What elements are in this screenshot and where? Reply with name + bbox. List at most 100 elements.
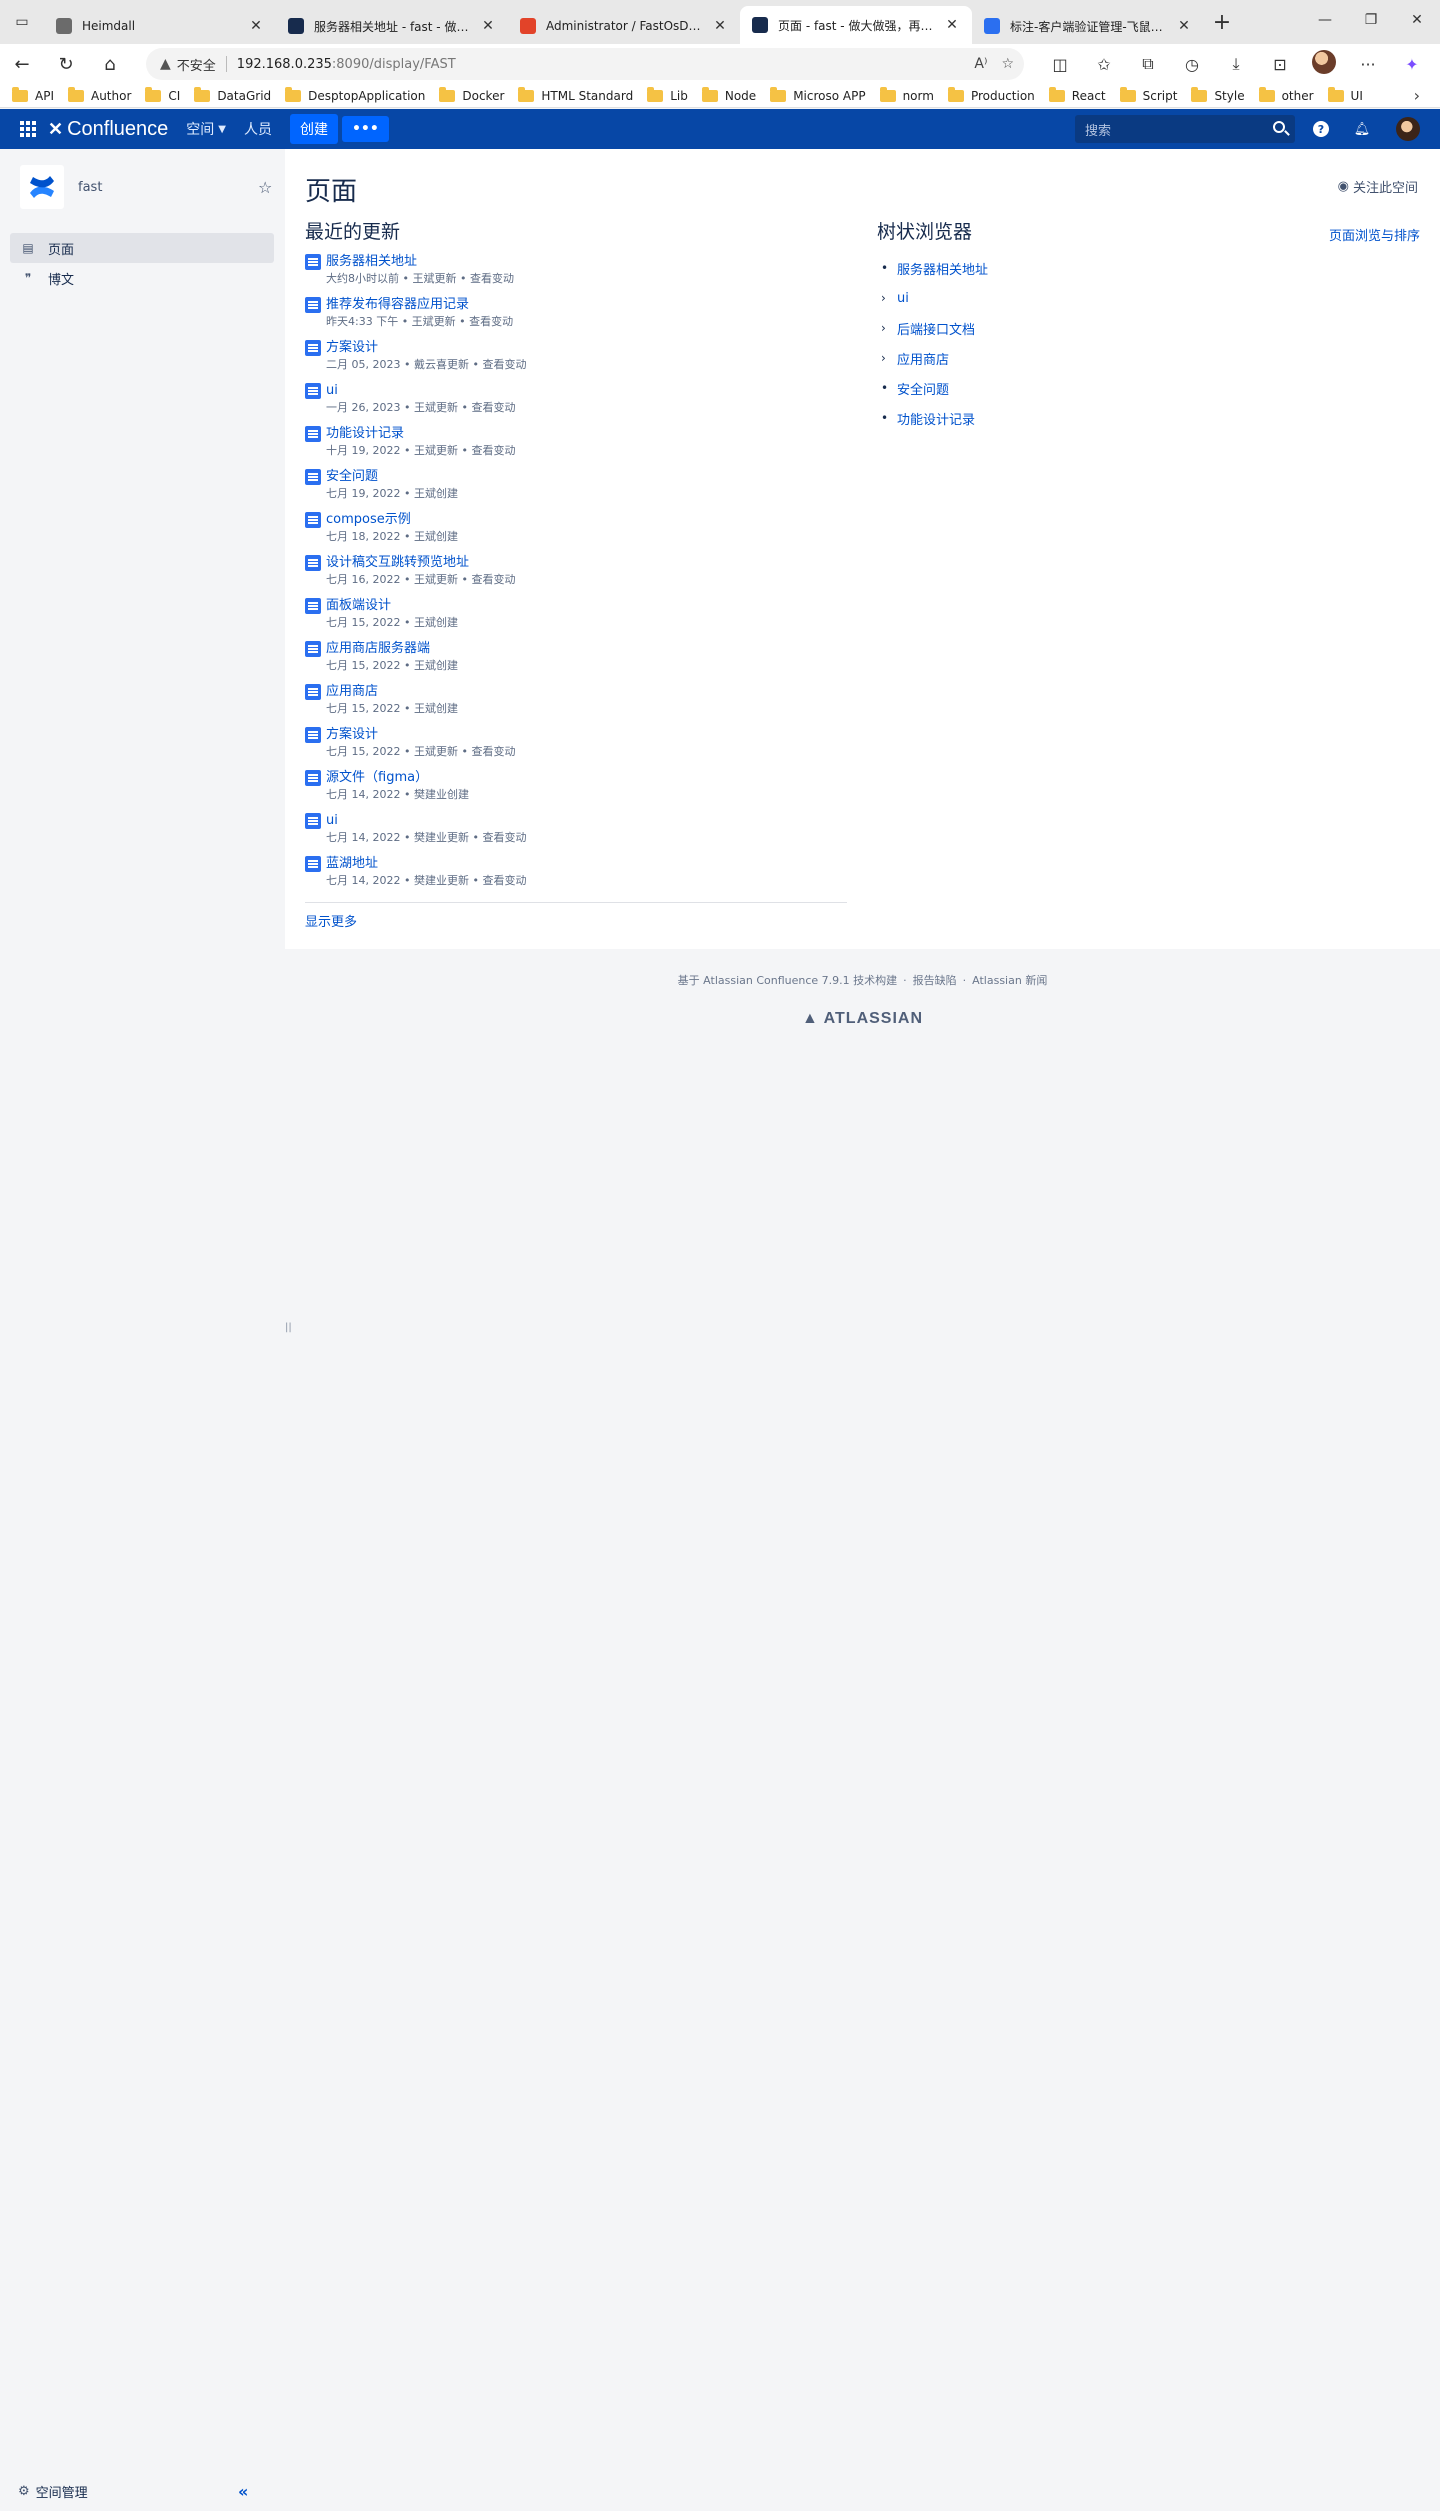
url-input[interactable]: ▲ 不安全 192.168.0.235:8090/display/FAST A⁾… <box>146 48 1024 80</box>
extensions-icon[interactable]: ⊡ <box>1258 55 1302 74</box>
settings-more-icon[interactable]: ··· <box>1346 55 1390 74</box>
tree-item-link[interactable]: ui <box>897 291 909 306</box>
bookmark-folder[interactable]: CI <box>145 86 180 103</box>
split-screen-icon[interactable]: ◫ <box>1038 55 1082 74</box>
nav-people[interactable]: 人员 <box>244 119 272 139</box>
space-logo[interactable] <box>20 165 64 209</box>
tree-item-link[interactable]: 安全问题 <box>897 379 949 398</box>
nav-spaces[interactable]: 空间 ▼ <box>186 119 226 139</box>
browser-tab[interactable]: 标注-客户端验证管理-飞鼠1.0 - ✕ <box>972 8 1204 44</box>
tree-item-link[interactable]: 功能设计记录 <box>897 409 975 428</box>
tree-item-link[interactable]: 后端接口文档 <box>897 319 975 338</box>
sidebar-resize-handle[interactable]: || <box>285 1322 292 1333</box>
close-tab-icon[interactable]: ✕ <box>1176 18 1192 34</box>
bookmark-folder[interactable]: Microso APP <box>770 86 866 103</box>
bookmark-folder[interactable]: Script <box>1119 86 1177 103</box>
show-more-link[interactable]: 显示更多 <box>305 911 357 930</box>
close-tab-icon[interactable]: ✕ <box>248 18 264 34</box>
atlassian-logo[interactable]: ▲ ATLASSIAN <box>285 1010 1440 1028</box>
update-title-link[interactable]: 服务器相关地址 <box>326 253 514 271</box>
update-title-link[interactable]: ui <box>326 812 526 830</box>
profile-avatar[interactable] <box>1302 50 1346 78</box>
confluence-logo[interactable]: ✕ Confluence <box>48 118 168 141</box>
bookmark-folder[interactable]: norm <box>879 86 934 103</box>
bookmark-folder[interactable]: Lib <box>647 86 688 103</box>
update-title-link[interactable]: 面板端设计 <box>326 597 458 615</box>
collections-icon[interactable]: ⧉ <box>1126 54 1170 74</box>
update-title-link[interactable]: compose示例 <box>326 511 458 529</box>
bookmark-folder[interactable]: Production <box>947 86 1035 103</box>
update-title-link[interactable]: ui <box>326 382 515 400</box>
bookmark-folder[interactable]: DataGrid <box>194 86 271 103</box>
search-input[interactable]: 搜索 <box>1075 115 1295 143</box>
bookmark-label: Docker <box>462 88 505 103</box>
browser-tab[interactable]: Heimdall ✕ <box>44 8 276 44</box>
update-title-link[interactable]: 功能设计记录 <box>326 425 515 443</box>
update-title-link[interactable]: 安全问题 <box>326 468 458 486</box>
bookmark-folder[interactable]: Node <box>701 86 756 103</box>
star-icon[interactable]: ☆ <box>258 178 272 197</box>
bookmarks-more-icon[interactable]: › <box>1414 86 1420 105</box>
update-title-link[interactable]: 应用商店服务器端 <box>326 640 458 658</box>
expand-chevron-icon[interactable]: › <box>881 291 897 305</box>
tab-actions-icon[interactable]: ▭ <box>0 0 44 44</box>
favorite-star-icon[interactable]: ☆ <box>1001 56 1014 72</box>
user-avatar[interactable] <box>1396 117 1420 141</box>
close-tab-icon[interactable]: ✕ <box>480 18 496 34</box>
footer-news-link[interactable]: Atlassian 新闻 <box>972 974 1047 987</box>
browser-tab[interactable]: 服务器相关地址 - fast - 做大做强 ✕ <box>276 8 508 44</box>
favorites-icon[interactable]: ✩ <box>1082 55 1126 74</box>
new-tab-button[interactable]: + <box>1204 4 1240 40</box>
bookmark-folder[interactable]: API <box>12 86 54 103</box>
home-icon[interactable]: ⌂ <box>88 44 132 84</box>
app-switcher-icon[interactable] <box>8 109 48 149</box>
bookmark-folder[interactable]: other <box>1258 86 1314 103</box>
downloads-icon[interactable]: ⤓ <box>1214 54 1258 74</box>
close-window-icon[interactable]: ✕ <box>1394 0 1440 40</box>
bookmark-folder[interactable]: React <box>1048 86 1106 103</box>
back-icon[interactable]: ← <box>0 44 44 84</box>
copilot-icon[interactable]: ✦ <box>1390 55 1434 74</box>
minimize-icon[interactable]: — <box>1302 0 1348 40</box>
refresh-icon[interactable]: ↻ <box>44 44 88 84</box>
footer-built-on-link[interactable]: 基于 Atlassian Confluence 7.9.1 技术构建 <box>678 974 897 987</box>
space-admin-link[interactable]: ⚙ 空间管理 <box>18 2482 88 2501</box>
bookmark-folder[interactable]: DesptopApplication <box>285 86 425 103</box>
bookmark-folder[interactable]: Author <box>67 86 131 103</box>
close-tab-icon[interactable]: ✕ <box>944 17 960 33</box>
bookmark-folder[interactable]: Docker <box>439 86 505 103</box>
watch-space-button[interactable]: ◉ 关注此空间 <box>1338 177 1418 196</box>
expand-chevron-icon[interactable]: › <box>881 321 897 335</box>
update-title-link[interactable]: 蓝湖地址 <box>326 855 526 873</box>
bookmark-label: Lib <box>670 88 688 103</box>
update-title-link[interactable]: 方案设计 <box>326 339 526 357</box>
collapse-sidebar-icon[interactable]: « <box>238 2482 248 2501</box>
update-title-link[interactable]: 应用商店 <box>326 683 458 701</box>
update-title-link[interactable]: 推荐发布得容器应用记录 <box>326 296 513 314</box>
bookmark-folder[interactable]: UI <box>1327 86 1363 103</box>
expand-chevron-icon[interactable]: › <box>881 351 897 365</box>
space-name[interactable]: fast <box>78 180 102 195</box>
tree-item-link[interactable]: 服务器相关地址 <box>897 259 988 278</box>
browser-tab[interactable]: Administrator / FastOsDockerw ✕ <box>508 8 740 44</box>
footer-report-link[interactable]: 报告缺陷 <box>913 974 957 987</box>
create-more-button[interactable]: ••• <box>341 116 389 142</box>
sidebar-item-blog[interactable]: ❞ 博文 <box>10 263 274 293</box>
update-title-link[interactable]: 设计稿交互跳转预览地址 <box>326 554 515 572</box>
history-icon[interactable]: ◷ <box>1170 55 1214 74</box>
bookmark-folder[interactable]: HTML Standard <box>518 86 633 103</box>
read-aloud-icon[interactable]: A⁾ <box>974 56 987 72</box>
notifications-icon[interactable]: 🔔︎ <box>1352 119 1372 139</box>
sidebar-item-pages[interactable]: ▤ 页面 <box>10 233 274 263</box>
page-tree-sort-link[interactable]: 页面浏览与排序 <box>1329 225 1420 244</box>
update-title-link[interactable]: 源文件（figma） <box>326 769 469 787</box>
bookmark-folder[interactable]: Style <box>1191 86 1245 103</box>
create-button[interactable]: 创建 <box>289 114 338 144</box>
close-tab-icon[interactable]: ✕ <box>712 18 728 34</box>
update-title-link[interactable]: 方案设计 <box>326 726 515 744</box>
browser-tab[interactable]: 页面 - fast - 做大做强，再创辉煌 ✕ <box>740 6 972 44</box>
list-item: ui 一月 26, 2023 • 王斌更新 • 查看变动 <box>305 382 845 425</box>
tree-item-link[interactable]: 应用商店 <box>897 349 949 368</box>
help-icon[interactable]: ? <box>1313 121 1329 137</box>
restore-icon[interactable]: ❐ <box>1348 0 1394 40</box>
